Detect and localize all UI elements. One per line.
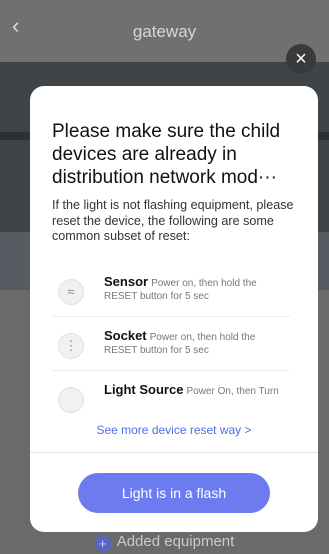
item-text: Socket Power on, then hold the RESET butt… [104, 329, 290, 357]
bulb-icon [58, 387, 84, 413]
socket-icon: ⋮ [58, 333, 84, 359]
item-name: Socket [104, 328, 147, 343]
plus-icon: + [94, 536, 111, 552]
item-name: Sensor [104, 274, 149, 289]
dialog-divider [30, 452, 318, 453]
page-title: gateway [132, 22, 197, 41]
added-equipment-label: Added equipment [116, 533, 235, 550]
sensor-icon: ≈ [58, 279, 84, 305]
item-name: Light Source [104, 382, 184, 397]
list-item: Light Source Power On, then Turn [52, 379, 290, 424]
reset-instructions-dialog: Please make sure the child devices are a… [30, 86, 318, 532]
dialog-title: Please make sure the child devices are a… [52, 121, 281, 188]
reset-instruction-list: ≈ Sensor Power on, then hold the RESET bu… [52, 271, 290, 432]
light-flashing-button[interactable]: Light is in a flash [78, 473, 270, 513]
item-text: Sensor Power on, then hold the RESET butt… [104, 275, 290, 303]
top-bar: ‹ gateway [0, 0, 329, 62]
item-text: Light Source Power On, then Turn [104, 383, 290, 398]
item-instruction: Power On, then Turn [186, 386, 279, 397]
list-item: ⋮ Socket Power on, then hold the RESET bu… [52, 325, 290, 371]
dialog-description: If the light is not flashing equipment, … [52, 198, 294, 243]
see-more-reset-link[interactable]: See more device reset way > [30, 423, 318, 437]
close-icon[interactable]: × [286, 44, 316, 74]
added-equipment-link[interactable]: + Added equipment [0, 533, 329, 552]
list-item: ≈ Sensor Power on, then hold the RESET bu… [52, 271, 290, 317]
